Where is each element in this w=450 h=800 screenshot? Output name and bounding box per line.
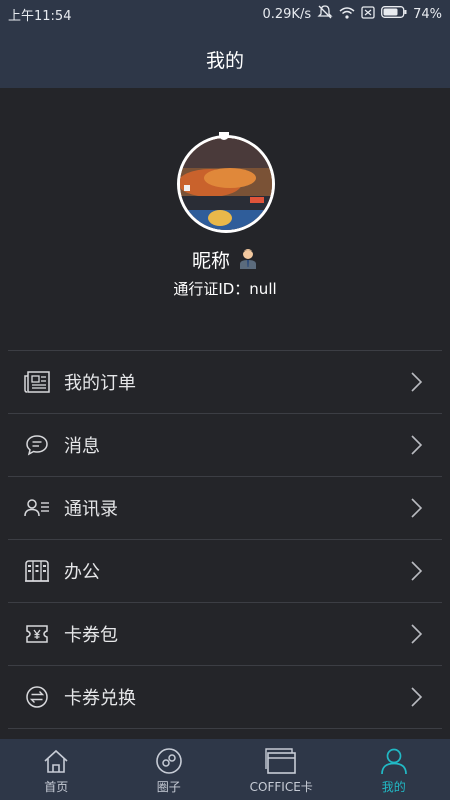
menu-list: 我的订单 消息 通讯录 办公 卡券包 卡券兑换 [0, 350, 450, 729]
person-icon [378, 746, 410, 776]
bottom-tab-bar: 首页 圈子 COFFICE卡 我的 [0, 739, 450, 800]
avatar[interactable] [177, 135, 275, 233]
title-bar: 我的 [0, 26, 450, 89]
wifi-icon [339, 6, 355, 23]
coupon-icon [24, 621, 50, 647]
tab-coffice-card[interactable]: COFFICE卡 [225, 739, 338, 800]
menu-item-orders[interactable]: 我的订单 [8, 350, 442, 413]
tab-label: 首页 [44, 780, 69, 794]
menu-item-contacts[interactable]: 通讯录 [8, 476, 442, 539]
tab-label: 我的 [381, 780, 406, 794]
newspaper-icon [24, 369, 50, 395]
menu-label: 卡券兑换 [64, 688, 136, 709]
tab-circle[interactable]: 圈子 [113, 739, 226, 800]
page-title: 我的 [205, 50, 244, 72]
mute-bell-icon [317, 5, 333, 23]
net-speed: 0.29K/s [262, 6, 312, 22]
status-icons: 0.29K/s 74% [262, 5, 442, 23]
battery-icon [381, 6, 407, 22]
chevron-right-icon [411, 561, 423, 581]
exchange-icon [24, 684, 50, 710]
tab-label: 圈子 [156, 780, 181, 794]
nickname-text: 昵称 [191, 250, 230, 272]
contacts-icon [24, 495, 50, 521]
tab-label: COFFICE卡 [249, 780, 313, 794]
chevron-right-icon [411, 372, 423, 392]
status-bar: 上午11:54 0.29K/s 74% [0, 0, 450, 26]
menu-label: 消息 [64, 436, 100, 457]
menu-item-coupons[interactable]: 卡券包 [8, 602, 442, 665]
avatar-image [180, 138, 272, 230]
menu-label: 通讯录 [64, 499, 118, 520]
home-icon [40, 746, 72, 776]
menu-label: 我的订单 [64, 373, 136, 394]
tab-home[interactable]: 首页 [0, 739, 113, 800]
nickname: 昵称 [0, 246, 450, 275]
chevron-right-icon [411, 687, 423, 707]
office-building-icon [24, 558, 50, 584]
battery-percent: 74% [413, 6, 442, 22]
tab-mine[interactable]: 我的 [338, 739, 450, 800]
menu-item-office[interactable]: 办公 [8, 539, 442, 602]
chevron-right-icon [411, 435, 423, 455]
chevron-right-icon [411, 624, 423, 644]
card-icon [265, 746, 297, 776]
chevron-right-icon [411, 498, 423, 518]
user-badge-icon [238, 248, 258, 275]
menu-item-messages[interactable]: 消息 [8, 413, 442, 476]
no-sim-icon [361, 5, 375, 23]
chat-bubble-icon [24, 432, 50, 458]
menu-label: 办公 [64, 562, 100, 583]
pass-id: 通行证ID：null [173, 280, 277, 298]
status-time: 上午11:54 [8, 9, 72, 24]
menu-label: 卡券包 [64, 625, 118, 646]
menu-item-coupon-exchange[interactable]: 卡券兑换 [8, 665, 442, 729]
circle-icon [153, 746, 185, 776]
profile-section: 昵称 通行证ID：null [0, 88, 450, 350]
